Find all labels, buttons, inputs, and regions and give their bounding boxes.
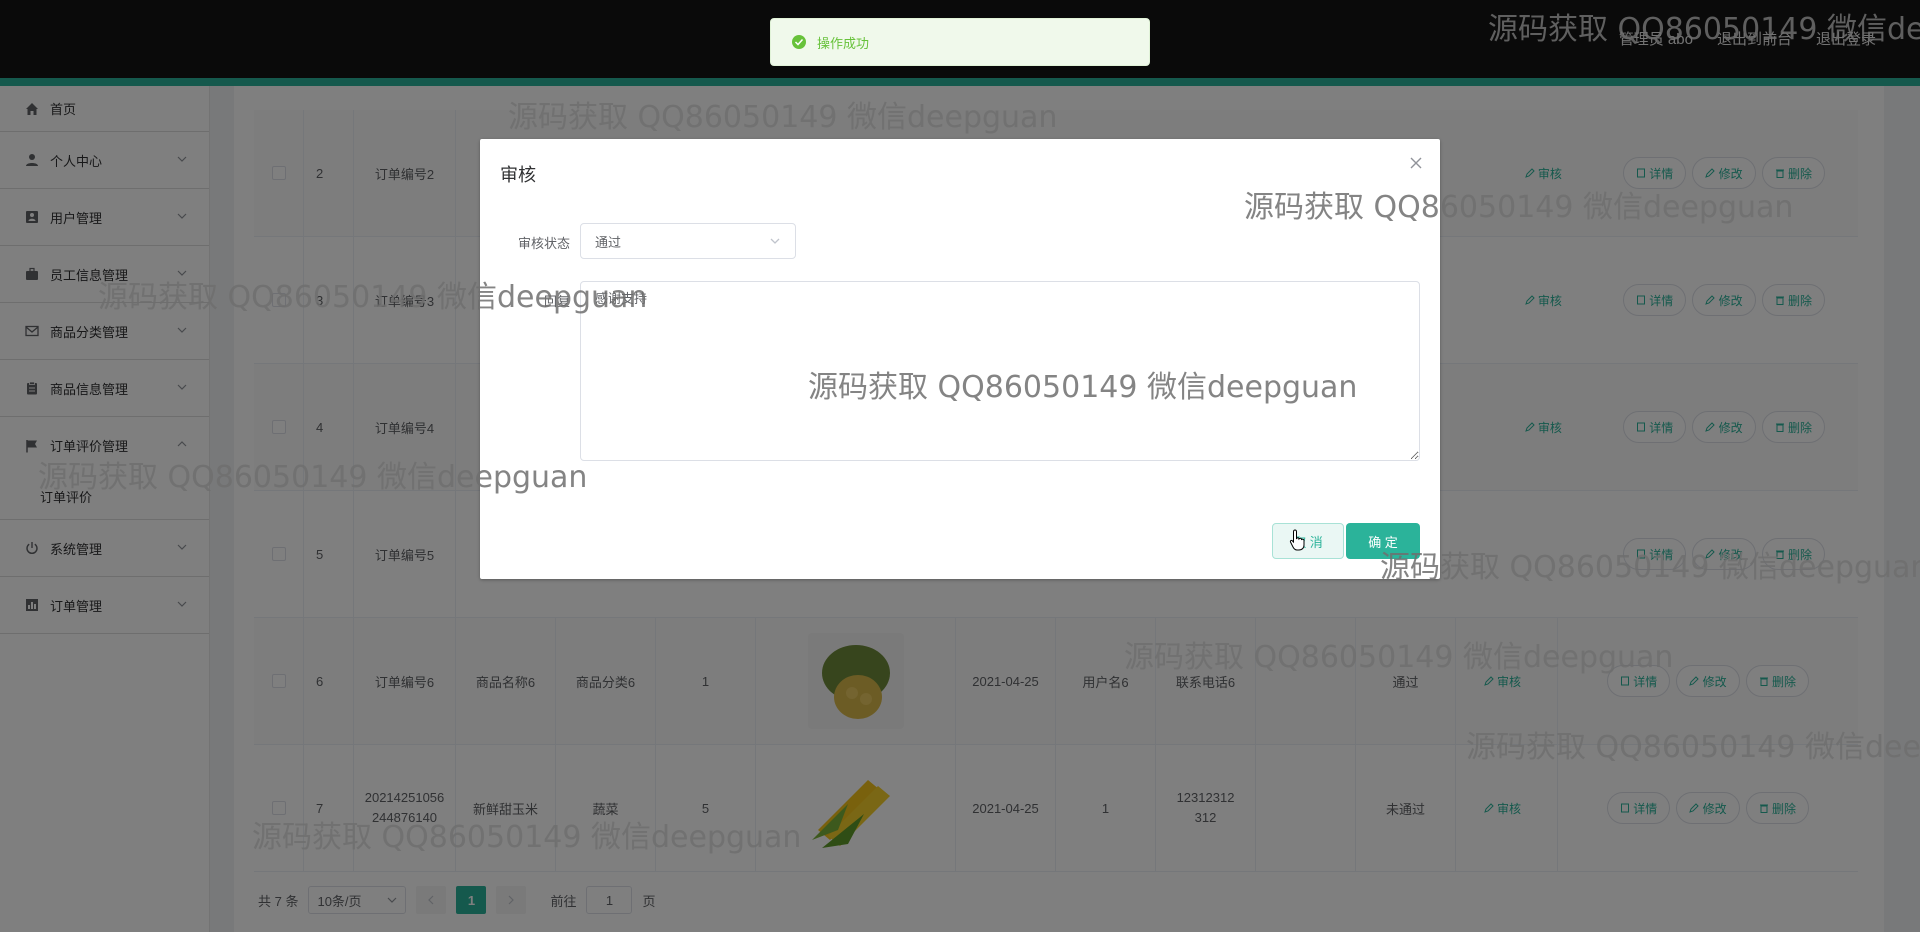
audit-dialog: 审核 审核状态 通过 回复 感谢支持 取 消 确 定 <box>480 139 1440 579</box>
close-icon[interactable] <box>1408 155 1424 171</box>
reply-label: 回复 <box>543 294 570 309</box>
dialog-title: 审核 <box>500 165 536 185</box>
cancel-button[interactable]: 取 消 <box>1272 523 1344 559</box>
hand-cursor-icon <box>1289 529 1305 551</box>
status-label: 审核状态 <box>517 236 570 251</box>
success-icon <box>792 35 806 49</box>
toast-message: 操作成功 <box>817 35 870 51</box>
success-toast: 操作成功 <box>770 18 1150 66</box>
status-select[interactable]: 通过 <box>580 223 796 259</box>
reply-textarea[interactable]: 感谢支持 <box>580 281 1420 461</box>
status-select-value: 通过 <box>595 234 622 250</box>
chevron-down-icon <box>770 238 780 244</box>
confirm-button[interactable]: 确 定 <box>1346 523 1420 559</box>
